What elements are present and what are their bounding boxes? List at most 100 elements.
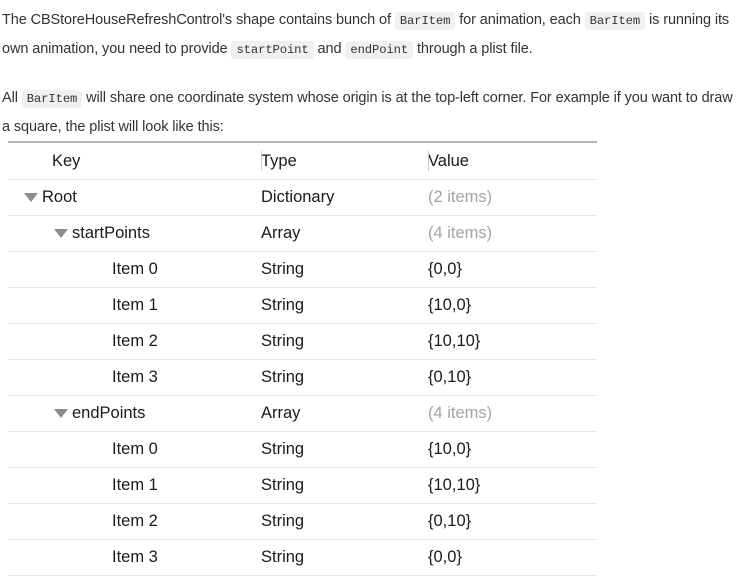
cell-type[interactable]: Dictionary — [261, 180, 428, 216]
paragraph-1-text-2: for animation, each — [455, 12, 585, 28]
code-baritem-1: BarItem — [394, 12, 456, 30]
cell-value[interactable]: {10,0} — [428, 432, 597, 468]
key-label: Root — [42, 188, 77, 206]
key-label: endPoints — [72, 404, 146, 422]
paragraph-1: The CBStoreHouseRefreshControl's shape c… — [2, 0, 738, 64]
disclosure-triangle-open-icon[interactable] — [24, 193, 38, 202]
item-count-label: (2 items) — [428, 188, 493, 206]
paragraph-2: All BarItem will share one coordinate sy… — [2, 64, 738, 141]
key-label: Item 3 — [112, 548, 158, 566]
plist-table: Key Type Value Root Dictionary (2 items) st… — [8, 141, 597, 576]
table-row[interactable]: Item 3 String {0,10} — [8, 360, 597, 396]
key-label: Item 2 — [112, 332, 158, 350]
cell-key[interactable]: Item 1 — [8, 468, 261, 504]
disclosure-triangle-open-icon[interactable] — [54, 229, 68, 238]
column-header-type[interactable]: Type — [261, 142, 428, 180]
key-label: Item 1 — [112, 476, 158, 494]
cell-type[interactable]: Array — [261, 216, 428, 252]
type-label: String — [261, 260, 305, 278]
type-label: String — [261, 296, 305, 314]
cell-type[interactable]: String — [261, 540, 428, 576]
cell-value[interactable]: {10,10} — [428, 324, 597, 360]
value-label: {10,10} — [428, 476, 481, 494]
cell-value[interactable]: {10,10} — [428, 468, 597, 504]
cell-value[interactable]: {0,0} — [428, 252, 597, 288]
value-label: {10,0} — [428, 296, 472, 314]
cell-key[interactable]: endPoints — [8, 396, 261, 432]
plist-table-head: Key Type Value — [8, 142, 597, 180]
type-label: String — [261, 332, 305, 350]
code-baritem-3: BarItem — [21, 90, 83, 108]
type-label: String — [261, 368, 305, 386]
paragraph-2-text-2: will share one coordinate system whose o… — [2, 90, 733, 135]
key-label: Item 3 — [112, 368, 158, 386]
value-label: {0,0} — [428, 548, 462, 566]
cell-key[interactable]: Item 1 — [8, 288, 261, 324]
type-label: String — [261, 512, 305, 530]
cell-key[interactable]: Item 2 — [8, 324, 261, 360]
paragraph-1-text-4: and — [313, 41, 346, 57]
value-label: {10,10} — [428, 332, 481, 350]
cell-key[interactable]: Item 2 — [8, 504, 261, 540]
key-label: Item 1 — [112, 296, 158, 314]
cell-value[interactable]: (4 items) — [428, 216, 597, 252]
cell-key[interactable]: Item 3 — [8, 360, 261, 396]
paragraph-1-text-1: The CBStoreHouseRefreshControl's shape c… — [2, 12, 395, 28]
cell-type[interactable]: String — [261, 252, 428, 288]
key-label: Item 0 — [112, 440, 158, 458]
table-row[interactable]: Item 1 String {10,10} — [8, 468, 597, 504]
cell-key[interactable]: Item 0 — [8, 432, 261, 468]
key-label: Item 0 — [112, 260, 158, 278]
item-count-label: (4 items) — [428, 224, 493, 242]
column-header-key[interactable]: Key — [8, 142, 261, 180]
cell-value[interactable]: {0,10} — [428, 504, 597, 540]
cell-key[interactable]: startPoints — [8, 216, 261, 252]
cell-value[interactable]: {0,10} — [428, 360, 597, 396]
value-label: {0,10} — [428, 512, 472, 530]
type-label: Array — [261, 224, 301, 242]
table-row[interactable]: Root Dictionary (2 items) — [8, 180, 597, 216]
cell-type[interactable]: String — [261, 360, 428, 396]
table-row[interactable]: endPoints Array (4 items) — [8, 396, 597, 432]
table-row[interactable]: Item 2 String {10,10} — [8, 324, 597, 360]
cell-type[interactable]: String — [261, 324, 428, 360]
cell-value[interactable]: (4 items) — [428, 396, 597, 432]
code-endpoint: endPoint — [345, 41, 414, 59]
table-row[interactable]: Item 0 String {10,0} — [8, 432, 597, 468]
cell-key[interactable]: Item 3 — [8, 540, 261, 576]
paragraph-1-text-5: through a plist file. — [413, 41, 533, 57]
cell-key[interactable]: Item 0 — [8, 252, 261, 288]
table-row[interactable]: Item 0 String {0,0} — [8, 252, 597, 288]
table-row[interactable]: Item 1 String {10,0} — [8, 288, 597, 324]
plist-table-container: Key Type Value Root Dictionary (2 items) st… — [0, 141, 740, 576]
table-row[interactable]: startPoints Array (4 items) — [8, 216, 597, 252]
disclosure-triangle-open-icon[interactable] — [54, 409, 68, 418]
column-header-value[interactable]: Value — [428, 142, 597, 180]
code-baritem-2: BarItem — [584, 12, 646, 30]
type-label: String — [261, 476, 305, 494]
key-label: Item 2 — [112, 512, 158, 530]
cell-type[interactable]: String — [261, 288, 428, 324]
prose-container: The CBStoreHouseRefreshControl's shape c… — [0, 0, 740, 141]
paragraph-2-text-1: All — [2, 90, 22, 106]
value-label: {0,0} — [428, 260, 462, 278]
cell-type[interactable]: String — [261, 468, 428, 504]
table-row[interactable]: Item 3 String {0,0} — [8, 540, 597, 576]
cell-type[interactable]: String — [261, 432, 428, 468]
type-label: String — [261, 548, 305, 566]
plist-table-body: Root Dictionary (2 items) startPoints Array (… — [8, 180, 597, 576]
table-row[interactable]: Item 2 String {0,10} — [8, 504, 597, 540]
type-label: Dictionary — [261, 188, 335, 206]
plist-header-row: Key Type Value — [8, 142, 597, 180]
cell-value[interactable]: (2 items) — [428, 180, 597, 216]
type-label: Array — [261, 404, 301, 422]
code-startpoint: startPoint — [231, 41, 314, 59]
cell-value[interactable]: {10,0} — [428, 288, 597, 324]
item-count-label: (4 items) — [428, 404, 493, 422]
cell-type[interactable]: String — [261, 504, 428, 540]
cell-type[interactable]: Array — [261, 396, 428, 432]
value-label: {0,10} — [428, 368, 472, 386]
key-label: startPoints — [72, 224, 150, 242]
cell-value[interactable]: {0,0} — [428, 540, 597, 576]
cell-key[interactable]: Root — [8, 180, 261, 216]
